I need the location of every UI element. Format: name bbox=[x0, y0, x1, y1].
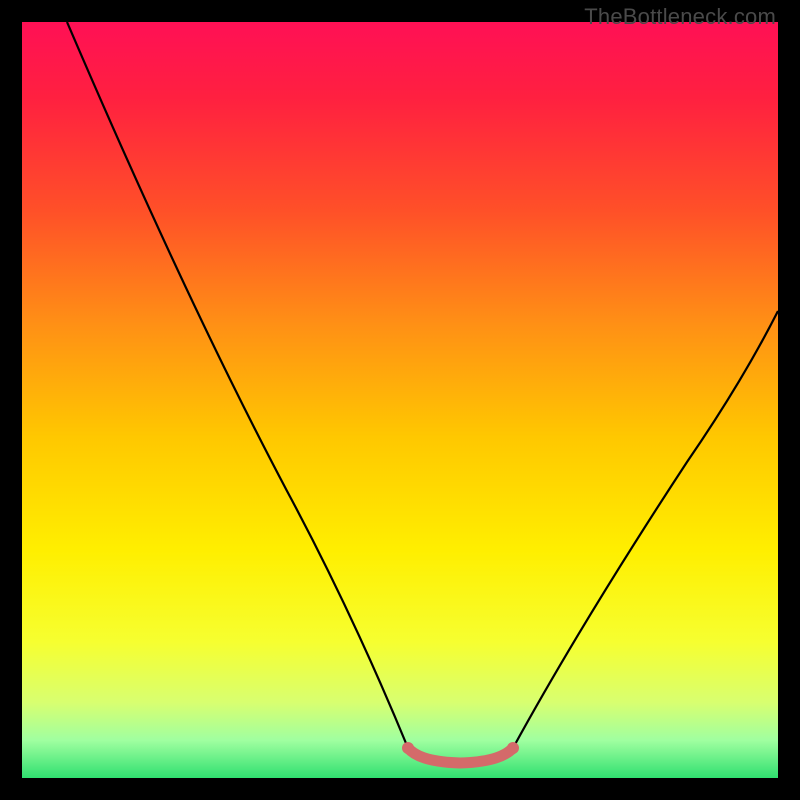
left-curve bbox=[67, 22, 408, 748]
right-curve bbox=[513, 311, 778, 748]
bottleneck-curve bbox=[22, 22, 778, 778]
right-endpoint-dot bbox=[507, 742, 519, 754]
chart-frame: TheBottleneck.com bbox=[0, 0, 800, 800]
watermark-label: TheBottleneck.com bbox=[584, 4, 776, 30]
flat-segment bbox=[408, 748, 513, 763]
left-endpoint-dot bbox=[402, 742, 414, 754]
plot-area bbox=[22, 22, 778, 778]
